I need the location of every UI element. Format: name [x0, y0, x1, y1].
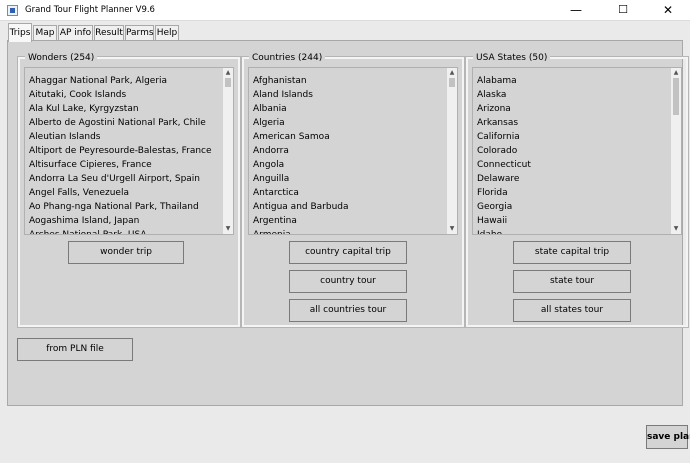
list-item[interactable]: Ao Phang-nga National Park, Thailand: [25, 200, 223, 214]
list-item[interactable]: Alabama: [473, 74, 671, 88]
list-item[interactable]: California: [473, 130, 671, 144]
country-capital-trip-button[interactable]: country capital trip: [289, 241, 407, 264]
list-item[interactable]: Connecticut: [473, 158, 671, 172]
list-item[interactable]: Altiport de Peyresourde-Balestas, France: [25, 144, 223, 158]
list-item[interactable]: Arizona: [473, 102, 671, 116]
list-item[interactable]: Angel Falls, Venezuela: [25, 186, 223, 200]
list-item[interactable]: Delaware: [473, 172, 671, 186]
list-item[interactable]: Altisurface Cipieres, France: [25, 158, 223, 172]
list-item[interactable]: Ala Kul Lake, Kyrgyzstan: [25, 102, 223, 116]
scroll-up-arrow-icon[interactable]: ▲: [223, 68, 233, 78]
list-item[interactable]: Alberto de Agostini National Park, Chile: [25, 116, 223, 130]
scroll-down-arrow-icon[interactable]: ▼: [223, 224, 233, 234]
wonders-list: Ahaggar National Park, Algeria Aitutaki, …: [25, 74, 223, 234]
maximize-button[interactable]: ☐: [600, 0, 646, 21]
tab-ap-info[interactable]: AP info: [58, 25, 93, 41]
list-item[interactable]: Colorado: [473, 144, 671, 158]
states-listbox[interactable]: Alabama Alaska Arizona Arkansas California Co…: [472, 67, 682, 235]
states-group: USA States (50) Alabama Alaska Arizona Arka…: [465, 53, 689, 328]
countries-scrollbar[interactable]: ▲ ▼: [447, 68, 457, 234]
tab-result[interactable]: Result: [94, 25, 124, 41]
countries-group: Countries (244) Afghanistan Aland Islands…: [241, 53, 465, 328]
app-icon: [7, 5, 18, 16]
scroll-thumb[interactable]: [449, 78, 455, 87]
list-item[interactable]: Aogashima Island, Japan: [25, 214, 223, 228]
list-item[interactable]: Aland Islands: [249, 88, 447, 102]
all-states-tour-button[interactable]: all states tour: [513, 299, 631, 322]
country-tour-button[interactable]: country tour: [289, 270, 407, 293]
close-button[interactable]: ✕: [645, 0, 690, 21]
scroll-up-arrow-icon[interactable]: ▲: [671, 68, 681, 78]
tab-parms[interactable]: Parms: [125, 25, 154, 41]
save-plan-button[interactable]: save plan: [646, 425, 690, 449]
title-bar: Grand Tour Flight Planner V9.6 — ☐ ✕: [0, 0, 690, 21]
list-item[interactable]: Argentina: [249, 214, 447, 228]
list-item[interactable]: Algeria: [249, 116, 447, 130]
tab-trips[interactable]: Trips: [8, 23, 32, 42]
list-item[interactable]: Hawaii: [473, 214, 671, 228]
list-item[interactable]: Ahaggar National Park, Algeria: [25, 74, 223, 88]
countries-title: Countries (244): [249, 53, 326, 63]
state-tour-button[interactable]: state tour: [513, 270, 631, 293]
list-item[interactable]: Antarctica: [249, 186, 447, 200]
scroll-up-arrow-icon[interactable]: ▲: [447, 68, 457, 78]
from-pln-file-button[interactable]: from PLN file: [17, 338, 133, 361]
list-item[interactable]: Alaska: [473, 88, 671, 102]
countries-listbox[interactable]: Afghanistan Aland Islands Albania Algeria Am…: [248, 67, 458, 235]
tab-map[interactable]: Map: [33, 25, 57, 41]
wonders-group: Wonders (254) Ahaggar National Park, Alg…: [17, 53, 241, 328]
window-title: Grand Tour Flight Planner V9.6: [25, 5, 155, 15]
states-list: Alabama Alaska Arizona Arkansas California Co…: [473, 74, 671, 234]
scroll-down-arrow-icon[interactable]: ▼: [671, 224, 681, 234]
tab-help[interactable]: Help: [155, 25, 179, 41]
trips-panel: Wonders (254) Ahaggar National Park, Alg…: [7, 40, 689, 406]
list-item[interactable]: Anguilla: [249, 172, 447, 186]
list-item[interactable]: Armenia: [249, 228, 447, 234]
scroll-thumb[interactable]: [673, 78, 679, 115]
list-item[interactable]: Idaho: [473, 228, 671, 234]
countries-list: Afghanistan Aland Islands Albania Algeria Am…: [249, 74, 447, 234]
list-item[interactable]: Aleutian Islands: [25, 130, 223, 144]
list-item[interactable]: Arches National Park, USA: [25, 228, 223, 234]
list-item[interactable]: Aitutaki, Cook Islands: [25, 88, 223, 102]
list-item[interactable]: Andorra La Seu d'Urgell Airport, Spain: [25, 172, 223, 186]
list-item[interactable]: Angola: [249, 158, 447, 172]
list-item[interactable]: Arkansas: [473, 116, 671, 130]
list-item[interactable]: Antigua and Barbuda: [249, 200, 447, 214]
states-scrollbar[interactable]: ▲ ▼: [671, 68, 681, 234]
list-item[interactable]: Andorra: [249, 144, 447, 158]
wonders-listbox[interactable]: Ahaggar National Park, Algeria Aitutaki, …: [24, 67, 234, 235]
state-capital-trip-button[interactable]: state capital trip: [513, 241, 631, 264]
all-countries-tour-button[interactable]: all countries tour: [289, 299, 407, 322]
wonder-trip-button[interactable]: wonder trip: [68, 241, 184, 264]
scroll-thumb[interactable]: [225, 78, 231, 87]
list-item[interactable]: Florida: [473, 186, 671, 200]
list-item[interactable]: Afghanistan: [249, 74, 447, 88]
list-item[interactable]: Albania: [249, 102, 447, 116]
list-item[interactable]: Georgia: [473, 200, 671, 214]
states-title: USA States (50): [473, 53, 551, 63]
wonders-title: Wonders (254): [25, 53, 98, 63]
wonders-scrollbar[interactable]: ▲ ▼: [223, 68, 233, 234]
list-item[interactable]: American Samoa: [249, 130, 447, 144]
minimize-button[interactable]: —: [553, 0, 599, 21]
scroll-down-arrow-icon[interactable]: ▼: [447, 224, 457, 234]
